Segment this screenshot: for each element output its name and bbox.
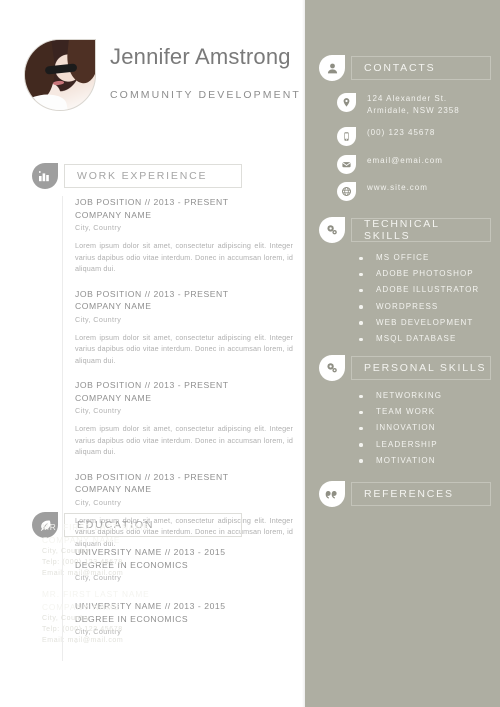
work-title: JOB POSITION // 2013 - PRESENT (75, 288, 229, 299)
list-item: WORDPRESS (359, 299, 479, 315)
list-item: ADOBE ILLUSTRATOR (359, 282, 479, 298)
section-label: TECHNICAL SKILLS (364, 218, 440, 242)
work-company: COMPANY NAME (75, 301, 152, 311)
envelope-icon (337, 155, 356, 174)
section-header-work-experience: WORK EXPERIENCE (32, 163, 242, 189)
map-pin-icon (337, 93, 356, 112)
section-label: CONTACTS (364, 62, 436, 74)
section-header-personal-skills: PERSONAL SKILLS (319, 355, 491, 381)
gears-icon (319, 217, 345, 243)
work-location: City, Country (75, 406, 122, 415)
globe-icon (337, 182, 356, 201)
work-title: JOB POSITION // 2013 - PRESENT (75, 380, 229, 390)
technical-skills-list: MS OFFICE ADOBE PHOTOSHOP ADOBE ILLUSTRA… (359, 250, 479, 347)
work-entry: JOB POSITION // 2013 - PRESENT COMPANY N… (75, 196, 293, 275)
page-title: Jennifer Amstrong (110, 44, 291, 69)
resume-page: Jennifer Amstrong COMMUNITY DEVELOPMENT … (0, 0, 500, 707)
list-item: MOTIVATION (359, 453, 442, 469)
person-icon (319, 55, 345, 81)
section-header-references: REFERENCES (319, 481, 491, 507)
personal-skills-list: NETWORKING TEAM WORK INNOVATION LEADERSH… (359, 388, 442, 469)
list-item: LEADERSHIP (359, 437, 442, 453)
work-description: Lorem ipsum dolor sit amet, consectetur … (75, 241, 293, 273)
section-title-box: CONTACTS (351, 56, 491, 80)
quote-icon (319, 481, 345, 507)
section-header-technical-skills: TECHNICAL SKILLS (319, 217, 491, 243)
contact-email[interactable]: email@emai.com (337, 155, 443, 174)
reference-email: Email: mail@mail.com (42, 570, 124, 577)
work-experience-list: JOB POSITION // 2013 - PRESENT COMPANY N… (62, 196, 293, 562)
list-item: TEAM WORK (359, 404, 442, 420)
section-label: REFERENCES (364, 488, 454, 500)
section-title-box: TECHNICAL SKILLS (351, 218, 491, 242)
address-line-2: Armidale, NSW 2358 (367, 105, 460, 115)
work-entry: JOB POSITION // 2013 - PRESENT COMPANY N… (75, 379, 293, 458)
job-role-subtitle: COMMUNITY DEVELOPMENT (110, 89, 301, 101)
list-item: NETWORKING (359, 388, 442, 404)
gears-icon (319, 355, 345, 381)
work-location: City, Country (75, 497, 122, 507)
section-label: PERSONAL SKILLS (364, 362, 487, 374)
reference-name: MR. FIRST LAST NAME (42, 589, 150, 599)
list-item: WEB DEVELOPMENT (359, 315, 479, 331)
work-company: COMPANY NAME (75, 209, 152, 220)
reference-phone: Telp: (000) 123 45678 (42, 559, 123, 566)
phone-icon (337, 127, 356, 146)
work-description: Lorem ipsum dolor sit amet, consectetur … (75, 332, 293, 365)
list-item: MS OFFICE (359, 250, 479, 266)
reference-entry: MR. FIRST LAST NAME COMPANY NAME City, C… (42, 588, 150, 646)
work-entry: JOB POSITION // 2013 - PRESENT COMPANY N… (75, 288, 293, 367)
contact-website-text: www.site.com (367, 183, 428, 192)
reference-company: COMPANY NAME (42, 534, 121, 545)
reference-phone: Telp: (000) 123 45678 (42, 626, 123, 633)
reference-location: City, Country (42, 548, 90, 555)
address-line-1: 124 Alexander St. (367, 94, 448, 103)
section-title-box: WORK EXPERIENCE (64, 164, 242, 188)
contact-phone[interactable]: (00) 123 45678 (337, 127, 435, 146)
contact-email-text: email@emai.com (367, 156, 443, 165)
reference-location: City, Country (42, 615, 90, 622)
list-item: MSQL DATABASE (359, 331, 479, 347)
section-label: WORK EXPERIENCE (77, 170, 208, 182)
bar-chart-icon (32, 163, 58, 189)
avatar (24, 39, 96, 111)
contact-website[interactable]: www.site.com (337, 182, 428, 201)
work-location: City, Country (75, 314, 122, 324)
reference-email: Email: mail@mail.com (42, 637, 124, 644)
header: Jennifer Amstrong COMMUNITY DEVELOPMENT (0, 0, 305, 150)
reference-company: COMPANY NAME (42, 601, 121, 612)
work-company: COMPANY NAME (75, 484, 152, 494)
section-title-box: PERSONAL SKILLS (351, 356, 491, 380)
contact-phone-text: (00) 123 45678 (367, 128, 436, 137)
contact-address-text: 124 Alexander St. Armidale, NSW 2358 (367, 93, 460, 116)
reference-name: MR. FIRST LAST NAME (42, 522, 150, 532)
section-title-box: REFERENCES (351, 482, 491, 506)
work-title: JOB POSITION // 2013 - PRESENT (75, 471, 229, 482)
reference-entry: MR. FIRST LAST NAME COMPANY NAME City, C… (42, 521, 150, 579)
section-header-contacts: CONTACTS (319, 55, 491, 81)
work-location: City, Country (75, 223, 122, 232)
contact-address: 124 Alexander St. Armidale, NSW 2358 (337, 93, 460, 116)
work-description: Lorem ipsum dolor sit amet, consectetur … (75, 424, 293, 456)
list-item: INNOVATION (359, 420, 442, 436)
work-title: JOB POSITION // 2013 - PRESENT (75, 197, 229, 207)
work-company: COMPANY NAME (75, 392, 152, 403)
list-item: ADOBE PHOTOSHOP (359, 266, 479, 282)
